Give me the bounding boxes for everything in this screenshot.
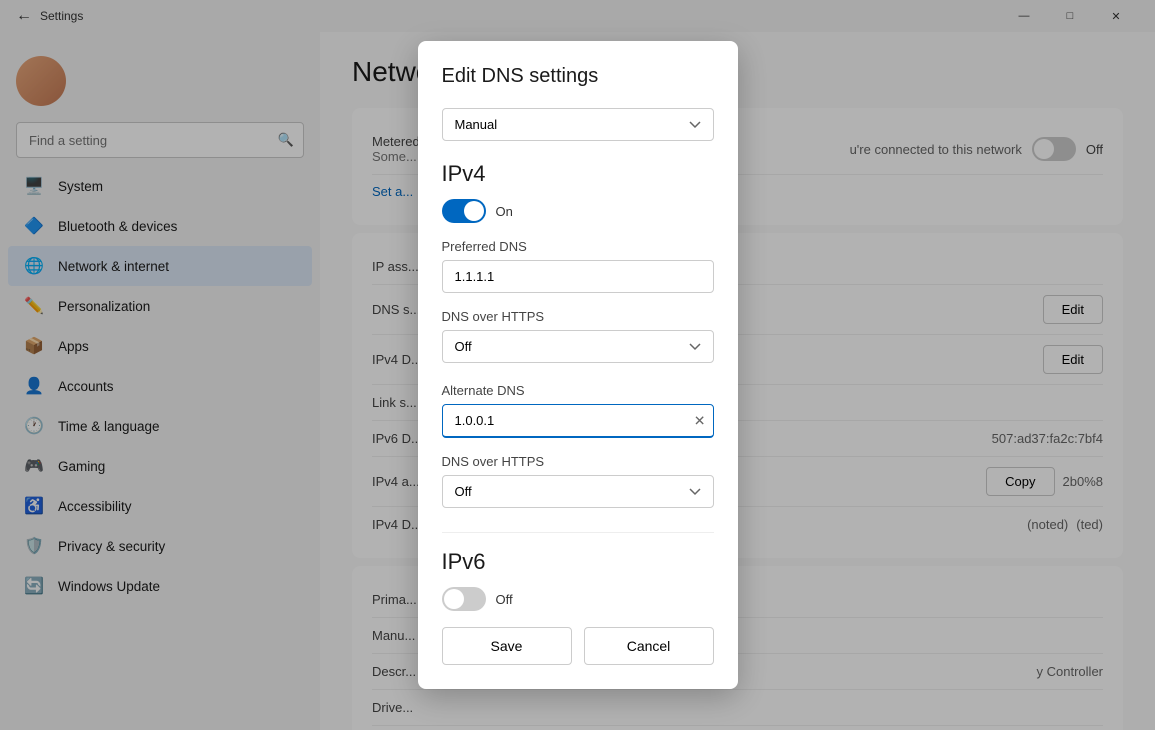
ipv4-section-title: IPv4 <box>442 161 714 187</box>
cancel-button[interactable]: Cancel <box>584 627 714 665</box>
ipv6-toggle[interactable] <box>442 587 486 611</box>
alternate-dns-input[interactable] <box>442 404 714 438</box>
ipv4-toggle-label: On <box>496 204 513 219</box>
preferred-dns-input[interactable] <box>442 260 714 293</box>
save-button[interactable]: Save <box>442 627 572 665</box>
dialog-title: Edit DNS settings <box>442 65 714 88</box>
preferred-dns-label: Preferred DNS <box>442 239 714 254</box>
ipv6-toggle-label: Off <box>496 592 513 607</box>
dialog-footer: Save Cancel <box>442 627 714 665</box>
alternate-dns-label: Alternate DNS <box>442 383 714 398</box>
ipv6-toggle-row: Off <box>442 587 714 611</box>
ipv4-toggle-row: On <box>442 199 714 223</box>
dns-mode-dropdown[interactable]: Manual Automatic (DHCP) <box>442 108 714 141</box>
ipv6-section-title: IPv6 <box>442 549 714 575</box>
alternate-dns-field: ✕ <box>442 404 714 438</box>
dns-https-label: DNS over HTTPS <box>442 309 714 324</box>
section-divider <box>442 532 714 533</box>
alternate-dns-https-label: DNS over HTTPS <box>442 454 714 469</box>
edit-dns-dialog: Edit DNS settings Manual Automatic (DHCP… <box>418 41 738 689</box>
alternate-dns-https-dropdown[interactable]: Off On (automatic template) On (manual t… <box>442 475 714 508</box>
ipv4-toggle[interactable] <box>442 199 486 223</box>
clear-alternate-dns-button[interactable]: ✕ <box>694 413 706 430</box>
dns-https-dropdown[interactable]: Off On (automatic template) On (manual t… <box>442 330 714 363</box>
